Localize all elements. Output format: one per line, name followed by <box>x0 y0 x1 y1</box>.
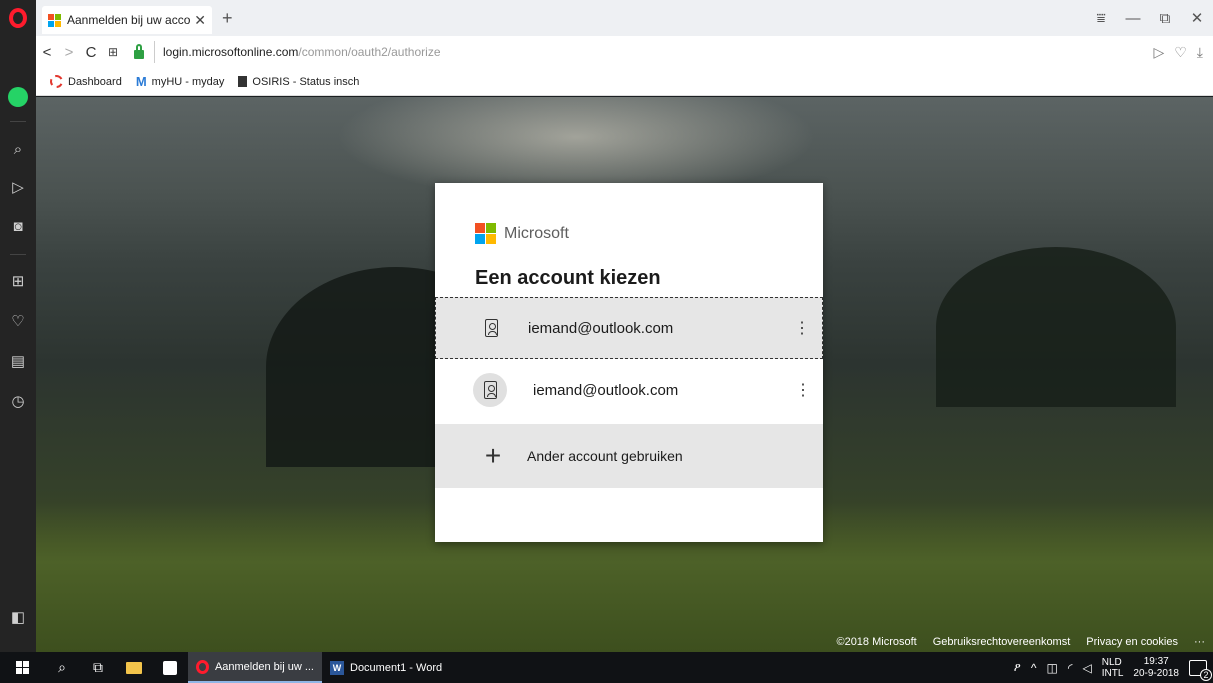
clock-time: 19:37 <box>1143 655 1169 667</box>
speed-dial-button[interactable]: ⊞ <box>102 45 124 59</box>
system-tray: ዖ ^ ◫ ◜ ◁ NLD INTL 19:37 20-9-2018 2 <box>1014 656 1213 681</box>
document-icon <box>238 76 248 87</box>
clock-date: 20-9-2018 <box>1133 667 1179 679</box>
bookmark-myhu[interactable]: M myHU - myday <box>136 74 225 89</box>
microsoft-logo-icon <box>48 13 61 27</box>
account-picker-dialog: Microsoft Een account kiezen iemand@outl… <box>435 183 823 542</box>
url-field[interactable]: login.microsoftonline.com/common/oauth2/… <box>154 41 1153 63</box>
taskbar-app-word[interactable]: W Document1 - Word <box>322 652 456 683</box>
volume-icon[interactable]: ◁ <box>1083 661 1092 675</box>
taskbar-app-opera[interactable]: Aanmelden bij uw ... <box>188 652 322 683</box>
people-icon[interactable]: ዖ <box>1014 660 1021 675</box>
footer-more-icon[interactable]: ··· <box>1194 636 1205 648</box>
lock-icon[interactable] <box>130 43 148 59</box>
account-tile-1[interactable]: iemand@outlook.com ⋮ <box>435 297 823 359</box>
chevron-up-icon[interactable]: ^ <box>1031 661 1037 675</box>
microsoft-brand: Microsoft <box>475 223 569 244</box>
news-icon[interactable]: ▤ <box>0 352 36 370</box>
terms-link[interactable]: Gebruiksrechtovereenkomst <box>933 636 1071 648</box>
bookmarks-bar: Dashboard M myHU - myday OSIRIS - Status… <box>36 68 1213 96</box>
start-button[interactable] <box>0 661 44 674</box>
dialog-heading: Een account kiezen <box>475 267 661 289</box>
bookmark-label: OSIRIS - Status insch <box>252 75 360 88</box>
bookmark-label: myHU - myday <box>151 75 225 88</box>
notification-count: 2 <box>1200 668 1212 681</box>
tab-bar: Aanmelden bij uw account ✕ + ⩸ — ⧉ ✕ <box>0 0 1213 36</box>
language-indicator[interactable]: NLD INTL <box>1102 657 1124 679</box>
wifi-icon[interactable]: ◜ <box>1068 661 1073 675</box>
account-avatar <box>474 311 508 345</box>
windows-taskbar: ⌕ ⧉ Aanmelden bij uw ... W Document1 - W… <box>0 652 1213 683</box>
file-explorer-icon[interactable] <box>116 661 152 674</box>
privacy-link[interactable]: Privacy en cookies <box>1086 636 1178 648</box>
address-bar-row: < > C ⊞ login.microsoftonline.com/common… <box>36 36 1213 68</box>
address-actions: ▷ ♡ ⤓ <box>1153 44 1213 61</box>
search-icon[interactable]: ⌕ <box>44 659 80 676</box>
bookmark-dashboard[interactable]: Dashboard <box>50 75 122 88</box>
keyboard-layout: INTL <box>1101 667 1124 679</box>
account-email: iemand@outlook.com <box>528 319 674 337</box>
word-icon: W <box>330 660 344 675</box>
store-icon[interactable] <box>152 660 188 675</box>
url-host: login.microsoftonline.com <box>163 45 299 59</box>
bookmark-heart-icon[interactable]: ♡ <box>1174 44 1187 61</box>
brand-name: Microsoft <box>504 224 569 242</box>
account-avatar <box>473 373 507 407</box>
tab-close-icon[interactable]: ✕ <box>194 12 206 29</box>
taskbar-app-label: Aanmelden bij uw ... <box>214 660 314 673</box>
microsoft-logo-icon <box>475 223 496 244</box>
opera-menu-button[interactable] <box>0 0 36 36</box>
heart-icon[interactable]: ♡ <box>0 312 36 330</box>
opera-logo-icon <box>9 8 27 28</box>
send-icon[interactable]: ▷ <box>1153 44 1164 61</box>
forward-button[interactable]: > <box>58 44 80 61</box>
notifications-icon[interactable]: 2 <box>1189 659 1212 681</box>
windows-logo-icon <box>15 661 29 674</box>
plus-icon: + <box>484 440 502 471</box>
close-window-button[interactable]: ✕ <box>1181 9 1213 27</box>
myhu-icon: M <box>135 74 147 89</box>
reload-button[interactable]: C <box>80 44 102 61</box>
account-email: iemand@outlook.com <box>533 381 679 399</box>
url-path: /common/oauth2/authorize <box>298 45 441 59</box>
back-button[interactable]: < <box>36 44 58 61</box>
whatsapp-icon[interactable] <box>0 87 36 107</box>
bookmark-label: Dashboard <box>68 75 122 88</box>
opera-sidebar: ⌕ ▷ ◙ ⊞ ♡ ▤ ◷ ◧ <box>0 36 36 652</box>
window-controls: ⩸ — ⧉ ✕ <box>1085 0 1213 36</box>
dashboard-icon <box>50 75 63 88</box>
taskbar-app-label: Document1 - Word <box>350 661 443 674</box>
clock[interactable]: 19:37 20-9-2018 <box>1133 656 1179 680</box>
more-options-icon[interactable]: ⋮ <box>783 380 823 400</box>
restore-button[interactable]: ⧉ <box>1149 10 1181 27</box>
download-icon[interactable]: ⤓ <box>1197 44 1203 61</box>
sidebar-divider <box>10 121 26 122</box>
bookmark-osiris[interactable]: OSIRIS - Status insch <box>238 76 359 88</box>
language-code: NLD <box>1101 656 1122 668</box>
history-icon[interactable]: ◷ <box>0 392 36 410</box>
sidebar-toggle-icon[interactable]: ◧ <box>0 608 36 626</box>
sidebar-divider <box>10 254 26 255</box>
page-footer: ©2018 Microsoft Gebruiksrechtovereenkoms… <box>836 632 1213 652</box>
send-icon[interactable]: ▷ <box>0 178 36 196</box>
badge-icon <box>484 319 498 337</box>
new-tab-button[interactable]: + <box>222 8 233 29</box>
speed-dial-icon[interactable]: ⊞ <box>0 272 36 290</box>
copyright-text: ©2018 Microsoft <box>836 636 917 648</box>
tab-title: Aanmelden bij uw account <box>67 13 191 27</box>
background-hill <box>936 247 1176 407</box>
camera-icon[interactable]: ◙ <box>0 218 36 235</box>
use-another-account-button[interactable]: + Ander account gebruiken <box>435 424 823 488</box>
badge-icon <box>483 381 497 399</box>
tab-menu-icon[interactable]: ⩸ <box>1085 10 1117 27</box>
search-icon[interactable]: ⌕ <box>0 141 36 158</box>
task-view-icon[interactable]: ⧉ <box>80 659 116 676</box>
account-tile-2[interactable]: iemand@outlook.com ⋮ <box>435 359 823 421</box>
more-options-icon[interactable]: ⋮ <box>782 318 822 338</box>
minimize-button[interactable]: — <box>1117 10 1149 27</box>
tab-active[interactable]: Aanmelden bij uw account ✕ <box>42 6 212 34</box>
opera-icon <box>196 659 209 674</box>
network-icon[interactable]: ◫ <box>1047 661 1058 675</box>
use-another-account-label: Ander account gebruiken <box>527 448 683 464</box>
